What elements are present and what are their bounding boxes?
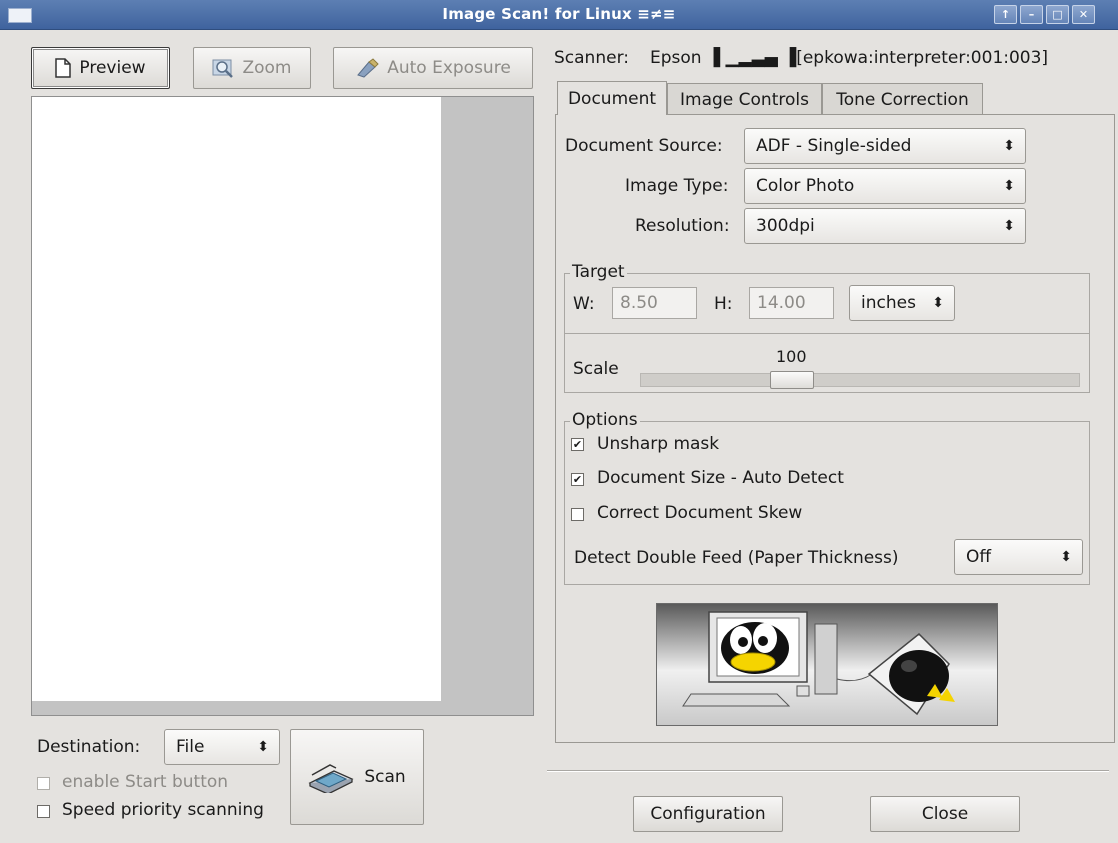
- zoom-button[interactable]: Zoom: [193, 47, 311, 89]
- target-title: Target: [570, 262, 627, 282]
- window-title: Image Scan! for Linux ≡≠≡: [442, 5, 676, 23]
- bottom-separator: [547, 770, 1109, 772]
- auto-detect-checkbox[interactable]: ✔: [571, 473, 584, 486]
- destination-value: File: [176, 737, 205, 757]
- units-value: inches: [861, 293, 916, 313]
- document-source-select[interactable]: ADF - Single-sided ⬍: [744, 128, 1026, 164]
- correct-skew-checkbox[interactable]: [571, 508, 584, 521]
- resolution-label: Resolution:: [635, 216, 730, 236]
- image-type-value: Color Photo: [756, 176, 855, 196]
- close-window-button[interactable]: ✕: [1072, 5, 1095, 24]
- document-icon: [55, 58, 72, 78]
- target-divider: [565, 333, 1089, 334]
- width-label: W:: [573, 294, 595, 314]
- combo-arrows-icon: ⬍: [1003, 218, 1015, 234]
- destination-select[interactable]: File ⬍: [164, 729, 280, 765]
- tab-tone-correction[interactable]: Tone Correction: [822, 83, 983, 115]
- start-button-checkbox[interactable]: [37, 777, 50, 790]
- tab-document[interactable]: Document: [557, 81, 667, 115]
- preview-button[interactable]: Preview: [31, 47, 170, 89]
- preview-page: [32, 97, 441, 701]
- destination-label: Destination:: [37, 737, 141, 757]
- combo-arrows-icon: ⬍: [1060, 549, 1072, 565]
- height-field[interactable]: 14.00: [749, 287, 834, 319]
- speed-priority-label: Speed priority scanning: [62, 800, 264, 820]
- image-type-label: Image Type:: [625, 176, 729, 196]
- scale-slider-handle[interactable]: [770, 371, 814, 389]
- combo-arrows-icon: ⬍: [1003, 178, 1015, 194]
- minimize-button[interactable]: –: [1020, 5, 1043, 24]
- combo-arrows-icon: ⬍: [257, 739, 269, 755]
- unsharp-mask-label: Unsharp mask: [597, 434, 720, 454]
- auto-exposure-button[interactable]: Auto Exposure: [333, 47, 533, 89]
- double-feed-value: Off: [966, 547, 992, 567]
- document-source-value: ADF - Single-sided: [756, 136, 912, 156]
- correct-skew-label: Correct Document Skew: [597, 503, 803, 523]
- scanner-name: Epson ▐ ▁▂▃▄ ▐[epkowa:interpreter:001:00…: [650, 48, 1049, 68]
- zoom-icon: [212, 59, 234, 78]
- scale-slider-trough[interactable]: [640, 373, 1080, 387]
- penguin-scanner-logo: [682, 611, 955, 716]
- auto-exposure-label: Auto Exposure: [387, 58, 511, 78]
- scan-label: Scan: [364, 767, 406, 787]
- combo-arrows-icon: ⬍: [932, 295, 944, 311]
- width-field[interactable]: 8.50: [612, 287, 697, 319]
- image-type-select[interactable]: Color Photo ⬍: [744, 168, 1026, 204]
- scanner-icon: [308, 764, 354, 793]
- scan-button[interactable]: Scan: [290, 729, 424, 825]
- scanner-label: Scanner:: [554, 48, 629, 68]
- configuration-button[interactable]: Configuration: [633, 796, 783, 832]
- auto-detect-label: Document Size - Auto Detect: [597, 468, 844, 488]
- units-select[interactable]: inches ⬍: [849, 285, 955, 321]
- resolution-value: 300dpi: [756, 216, 815, 236]
- zoom-label: Zoom: [242, 58, 292, 78]
- maximize-button[interactable]: □: [1046, 5, 1069, 24]
- close-button[interactable]: Close: [870, 796, 1020, 832]
- height-label: H:: [714, 294, 733, 314]
- start-button-label: enable Start button: [62, 772, 229, 792]
- combo-arrows-icon: ⬍: [1003, 138, 1015, 154]
- main-window: Image Scan! for Linux ≡≠≡ ↑ – □ ✕ Previe…: [0, 0, 1118, 843]
- preview-canvas[interactable]: [31, 96, 534, 716]
- scale-value: 100: [776, 347, 807, 366]
- resolution-select[interactable]: 300dpi ⬍: [744, 208, 1026, 244]
- tab-image-controls[interactable]: Image Controls: [667, 83, 822, 115]
- title-bar: Image Scan! for Linux ≡≠≡ ↑ – □ ✕: [0, 0, 1118, 30]
- app-logo: [656, 603, 998, 726]
- options-title: Options: [570, 410, 640, 430]
- document-source-label: Document Source:: [565, 136, 723, 156]
- shade-button[interactable]: ↑: [994, 5, 1017, 24]
- scale-label: Scale: [573, 359, 619, 379]
- auto-exposure-icon: [357, 58, 379, 78]
- preview-label: Preview: [79, 58, 146, 78]
- unsharp-mask-checkbox[interactable]: ✔: [571, 438, 584, 451]
- speed-priority-checkbox[interactable]: [37, 805, 50, 818]
- double-feed-select[interactable]: Off ⬍: [954, 539, 1083, 575]
- double-feed-label: Detect Double Feed (Paper Thickness): [574, 548, 899, 568]
